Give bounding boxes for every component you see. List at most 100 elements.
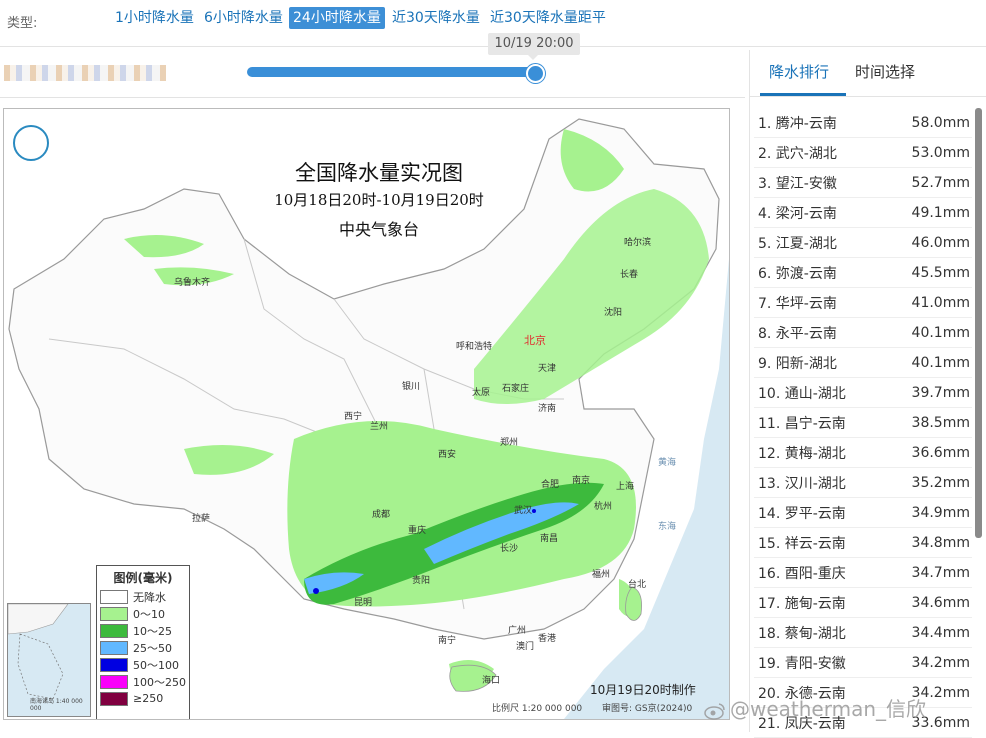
legend-item: 25～50 [97,639,189,656]
city-label: 济南 [538,404,557,414]
ranking-row[interactable]: 17. 施甸-云南 34.6mm [754,588,972,618]
legend-swatch [100,640,128,655]
station-name: 19. 青阳-安徽 [758,655,846,672]
city-label: 南京 [572,476,591,486]
made-time-label: 10月19日20时制作 [590,683,696,697]
precip-value: 34.9mm [911,504,970,521]
city-label: 武汉 [514,506,533,516]
tab-30d-precip[interactable]: 近30天降水量 [388,7,484,29]
city-label: 拉萨 [192,514,211,524]
watermark: @weatherman_信欣 [704,693,926,722]
ranking-row[interactable]: 11. 昌宁-云南 38.5mm [754,408,972,438]
city-label: 澳门 [516,642,535,652]
ranking-row[interactable]: 15. 祥云-云南 34.8mm [754,528,972,558]
legend-swatch [100,589,128,604]
tab-24h-precip[interactable]: 24小时降水量 [289,7,385,29]
ranking-list: 1. 腾冲-云南 58.0mm 2. 武穴-湖北 53.0mm 3. 望江-安徽 52… [754,108,972,738]
tab-30d-anomaly[interactable]: 近30天降水量距平 [486,7,610,29]
station-name: 4. 梁河-云南 [758,205,837,222]
precip-value: 45.5mm [911,264,970,281]
precip-value: 34.8mm [911,534,970,551]
legend-label: 无降水 [133,590,166,604]
ranking-row[interactable]: 13. 汉川-湖北 35.2mm [754,468,972,498]
rain-area-50-100 [532,509,536,513]
station-name: 2. 武穴-湖北 [758,145,837,162]
rain-area-50-100 [313,588,319,594]
legend-item: 0～10 [97,605,189,622]
city-label: 福州 [592,570,611,580]
city-label: 南昌 [540,534,559,544]
legend-item: 无降水 [97,588,189,605]
city-label: 太原 [472,388,491,398]
map-subtitle: 10月18日20时-10月19日20时 [274,191,484,209]
city-label: 上海 [616,482,635,492]
map-legend: 图例(毫米) 无降水 0～10 10～25 25～50 50～100 100～2… [96,565,190,719]
time-slider-handle[interactable] [526,64,545,83]
legend-item: ≥250 [97,690,189,707]
time-slider-area [0,47,745,97]
legend-label: 50～100 [133,658,179,672]
station-name: 5. 江夏-湖北 [758,235,837,252]
ranking-row[interactable]: 5. 江夏-湖北 46.0mm [754,228,972,258]
precip-value: 52.7mm [911,174,970,191]
review-number-label: 审图号: GS京(2024)0 [602,704,693,714]
ranking-row[interactable]: 14. 罗平-云南 34.9mm [754,498,972,528]
station-name: 14. 罗平-云南 [758,505,846,522]
city-label: 沈阳 [604,308,623,318]
ranking-row[interactable]: 9. 阳新-湖北 40.1mm [754,348,972,378]
tab-precip-ranking[interactable]: 降水排行 [769,61,829,82]
precip-value: 40.1mm [911,324,970,341]
precipitation-map[interactable]: 全国降水量实况图 10月18日20时-10月19日20时 中央气象台 乌鲁木齐 … [3,108,730,720]
weibo-icon [704,702,725,720]
station-name: 9. 阳新-湖北 [758,355,837,372]
slider-divider [0,97,745,98]
precip-value: 53.0mm [911,144,970,161]
legend-swatch [100,623,128,638]
ranking-row[interactable]: 2. 武穴-湖北 53.0mm [754,138,972,168]
city-label: 南宁 [438,636,457,646]
ranking-scrollbar[interactable] [975,108,982,538]
ranking-row[interactable]: 12. 黄梅-湖北 36.6mm [754,438,972,468]
station-name: 7. 华坪-云南 [758,295,837,312]
ranking-row[interactable]: 19. 青阳-安徽 34.2mm [754,648,972,678]
precip-value: 36.6mm [911,444,970,461]
legend-label: 10～25 [133,624,172,638]
legend-swatch [100,674,128,689]
city-label: 昆明 [354,598,373,608]
city-label: 海口 [482,676,501,686]
city-label: 哈尔滨 [624,238,652,248]
ranking-row[interactable]: 3. 望江-安徽 52.7mm [754,168,972,198]
legend-item: 100～250 [97,673,189,690]
city-label: 天津 [538,364,557,374]
map-title: 全国降水量实况图 [295,161,463,185]
ranking-row[interactable]: 8. 永平-云南 40.1mm [754,318,972,348]
precip-value: 34.2mm [911,654,970,671]
active-tab-underline [760,93,846,96]
station-name: 13. 汉川-湖北 [758,475,846,492]
city-label: 兰州 [370,422,389,432]
city-label: 西宁 [344,412,363,422]
ranking-row[interactable]: 7. 华坪-云南 41.0mm [754,288,972,318]
ranking-row[interactable]: 4. 梁河-云南 49.1mm [754,198,972,228]
city-label: 贵阳 [412,576,431,586]
city-label: 郑州 [500,438,519,448]
ranking-row[interactable]: 18. 蔡甸-湖北 34.4mm [754,618,972,648]
ranking-row[interactable]: 16. 酉阳-重庆 34.7mm [754,558,972,588]
legend-label: 25～50 [133,641,172,655]
legend-label: ≥250 [133,692,164,705]
city-label: 广州 [508,626,527,636]
type-label: 类型: [7,16,38,31]
ranking-row[interactable]: 6. 弥渡-云南 45.5mm [754,258,972,288]
blurred-thumbnails [4,65,166,81]
city-label: 西安 [438,450,457,460]
tab-1h-precip[interactable]: 1小时降水量 [111,7,198,29]
ranking-row[interactable]: 10. 通山-湖北 39.7mm [754,378,972,408]
ranking-row[interactable]: 1. 腾冲-云南 58.0mm [754,108,972,138]
station-name: 3. 望江-安徽 [758,175,837,192]
tab-6h-precip[interactable]: 6小时降水量 [200,7,287,29]
city-label: 乌鲁木齐 [174,278,211,288]
map-organization: 中央气象台 [338,220,419,239]
tab-time-select[interactable]: 时间选择 [855,61,915,82]
time-slider-track[interactable] [247,67,534,77]
city-label: 香港 [538,634,557,644]
